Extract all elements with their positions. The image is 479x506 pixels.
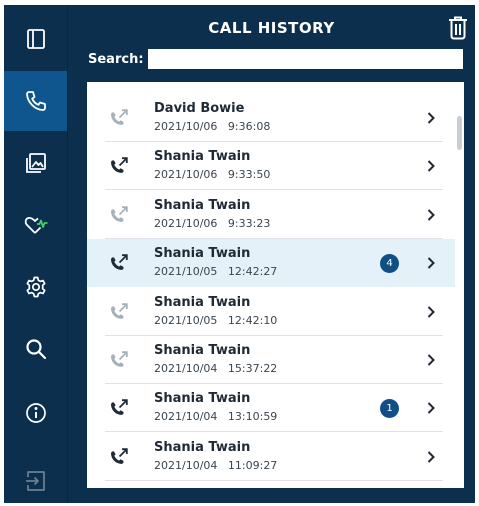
sidebar-item-info[interactable] bbox=[4, 383, 67, 443]
chevron-right-icon[interactable] bbox=[426, 159, 436, 173]
sidebar-item-gallery[interactable] bbox=[4, 133, 67, 193]
chevron-right-icon[interactable] bbox=[426, 305, 436, 319]
call-row[interactable]: Shania Twain 2021/10/06 9:33:23 bbox=[87, 191, 455, 239]
sidebar bbox=[4, 5, 67, 503]
outgoing-call-icon bbox=[111, 399, 128, 416]
search-label: Search: bbox=[88, 52, 144, 67]
call-date: 2021/10/06 bbox=[154, 120, 218, 133]
caller-name: Shania Twain bbox=[154, 197, 251, 213]
caller-name: Shania Twain bbox=[154, 391, 251, 407]
call-date: 2021/10/05 bbox=[154, 265, 218, 279]
image-icon bbox=[25, 153, 46, 173]
outgoing-call-icon bbox=[111, 448, 128, 464]
chevron-right-icon[interactable] bbox=[426, 450, 436, 464]
call-time: 12:42:10 bbox=[227, 313, 278, 327]
call-datetime: 2021/10/04 15:37:22 bbox=[154, 362, 277, 375]
call-time: 15:37:22 bbox=[227, 362, 278, 375]
call-time: 9:36:08 bbox=[227, 120, 271, 133]
info-icon bbox=[25, 403, 46, 423]
caller-name: Shania Twain bbox=[154, 149, 251, 165]
call-date: 2021/10/05 bbox=[154, 313, 218, 327]
chevron-right-icon[interactable] bbox=[426, 353, 436, 367]
call-row[interactable]: Shania Twain 2021/10/06 9:33:50 bbox=[87, 142, 455, 191]
exit-icon bbox=[25, 471, 45, 491]
call-row[interactable]: Shania Twain 2021/10/05 12:42:27 4 bbox=[87, 239, 455, 288]
call-datetime: 2021/10/05 12:42:27 bbox=[154, 265, 277, 278]
call-row[interactable]: Shania Twain 2021/10/05 12:42:10 bbox=[87, 288, 455, 336]
call-datetime: 2021/10/06 9:36:08 bbox=[154, 120, 270, 133]
sidebar-item-calls[interactable] bbox=[4, 71, 67, 131]
outgoing-call-grey-icon bbox=[111, 302, 128, 319]
sidebar-item-health[interactable] bbox=[4, 195, 67, 255]
call-row[interactable]: Shania Twain 2021/10/04 15:37:22 bbox=[87, 336, 455, 384]
page-title: CALL HISTORY bbox=[208, 19, 335, 37]
call-date: 2021/10/04 bbox=[154, 362, 218, 375]
call-time: 9:33:23 bbox=[227, 216, 271, 230]
outgoing-call-grey-icon bbox=[111, 351, 128, 367]
sidebar-item-settings[interactable] bbox=[4, 257, 67, 317]
sidebar-divider bbox=[67, 5, 68, 503]
count-badge: 4 bbox=[380, 254, 399, 274]
call-date: 2021/10/04 bbox=[154, 410, 218, 424]
count-badge: 1 bbox=[380, 399, 399, 419]
chevron-right-icon[interactable] bbox=[426, 256, 436, 270]
chevron-right-icon[interactable] bbox=[426, 208, 436, 222]
caller-name: David Bowie bbox=[154, 101, 245, 116]
call-time: 11:09:27 bbox=[227, 458, 278, 472]
panel-icon bbox=[26, 29, 45, 49]
magnifier-icon bbox=[25, 339, 46, 360]
call-time: 9:33:50 bbox=[227, 168, 271, 182]
search-input[interactable] bbox=[148, 49, 463, 69]
caller-name: Shania Twain bbox=[154, 246, 251, 262]
sidebar-item-logout[interactable] bbox=[4, 451, 67, 503]
call-datetime: 2021/10/05 12:42:10 bbox=[154, 314, 277, 327]
call-date: 2021/10/06 bbox=[154, 216, 218, 230]
call-time: 13:10:59 bbox=[227, 410, 278, 424]
call-date: 2021/10/04 bbox=[154, 458, 218, 472]
app-window: CALL HISTORY Search: David Bowie 2021/10/… bbox=[4, 5, 475, 503]
outgoing-call-icon bbox=[111, 254, 128, 271]
heart-pulse-icon bbox=[24, 216, 47, 234]
scrollbar-thumb[interactable] bbox=[457, 116, 462, 150]
call-datetime: 2021/10/04 13:10:59 bbox=[154, 410, 277, 423]
gear-icon bbox=[25, 276, 46, 298]
outgoing-call-grey-icon bbox=[111, 109, 128, 125]
chevron-right-icon[interactable] bbox=[426, 401, 436, 415]
trash-icon[interactable] bbox=[447, 15, 469, 41]
call-row[interactable]: Shania Twain 2021/10/04 11:09:27 bbox=[87, 433, 455, 481]
outgoing-call-icon bbox=[111, 157, 128, 174]
call-datetime: 2021/10/06 9:33:50 bbox=[154, 168, 270, 181]
outgoing-call-grey-icon bbox=[111, 206, 128, 222]
call-time: 12:42:27 bbox=[227, 265, 278, 279]
sidebar-item-search[interactable] bbox=[4, 319, 67, 379]
call-date: 2021/10/06 bbox=[154, 168, 218, 182]
chevron-right-icon[interactable] bbox=[426, 111, 436, 125]
call-datetime: 2021/10/06 9:33:23 bbox=[154, 217, 270, 230]
caller-name: Shania Twain bbox=[154, 439, 251, 455]
row-divider bbox=[105, 479, 443, 481]
phone-icon bbox=[25, 91, 46, 111]
caller-name: Shania Twain bbox=[154, 294, 251, 310]
call-row[interactable]: David Bowie 2021/10/06 9:36:08 bbox=[87, 94, 455, 142]
call-row[interactable]: Shania Twain 2021/10/04 13:10:59 1 bbox=[87, 384, 455, 433]
caller-name: Shania Twain bbox=[154, 343, 251, 358]
call-datetime: 2021/10/04 11:09:27 bbox=[154, 459, 277, 472]
call-history-list: David Bowie 2021/10/06 9:36:08 Shania Twai… bbox=[87, 82, 464, 488]
sidebar-item-panel[interactable] bbox=[4, 9, 67, 69]
